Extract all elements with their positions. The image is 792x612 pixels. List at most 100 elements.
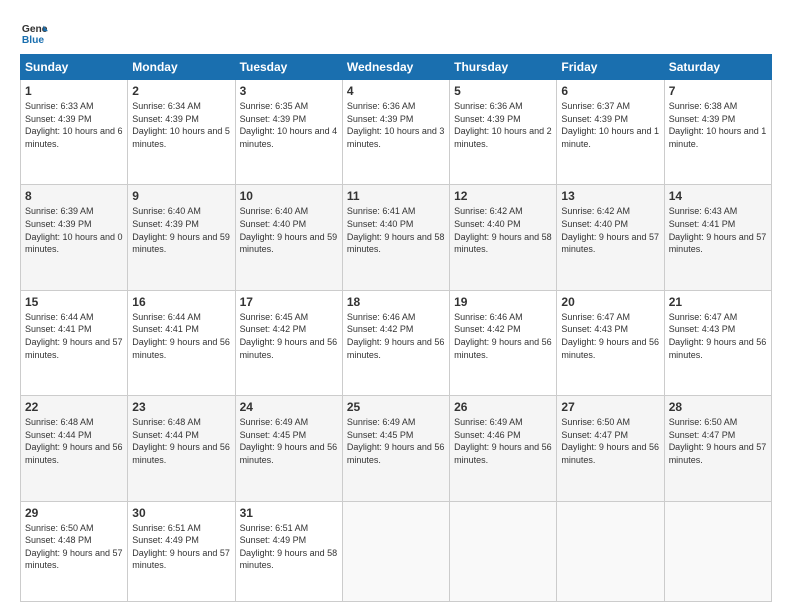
- calendar-header-row: SundayMondayTuesdayWednesdayThursdayFrid…: [21, 55, 772, 80]
- day-number: 13: [561, 189, 659, 203]
- calendar-cell: 24 Sunrise: 6:49 AMSunset: 4:45 PMDaylig…: [235, 396, 342, 501]
- day-header-friday: Friday: [557, 55, 664, 80]
- day-info: Sunrise: 6:36 AMSunset: 4:39 PMDaylight:…: [454, 101, 552, 149]
- calendar-cell: 10 Sunrise: 6:40 AMSunset: 4:40 PMDaylig…: [235, 185, 342, 290]
- calendar-cell: 29 Sunrise: 6:50 AMSunset: 4:48 PMDaylig…: [21, 501, 128, 602]
- header: General Blue: [20, 18, 772, 46]
- day-info: Sunrise: 6:34 AMSunset: 4:39 PMDaylight:…: [132, 101, 230, 149]
- calendar-cell: [557, 501, 664, 602]
- day-number: 21: [669, 295, 767, 309]
- day-info: Sunrise: 6:42 AMSunset: 4:40 PMDaylight:…: [454, 206, 552, 254]
- day-number: 5: [454, 84, 552, 98]
- calendar-cell: 7 Sunrise: 6:38 AMSunset: 4:39 PMDayligh…: [664, 80, 771, 185]
- day-info: Sunrise: 6:49 AMSunset: 4:45 PMDaylight:…: [347, 417, 445, 465]
- calendar-cell: 26 Sunrise: 6:49 AMSunset: 4:46 PMDaylig…: [450, 396, 557, 501]
- calendar-cell: [342, 501, 449, 602]
- day-number: 11: [347, 189, 445, 203]
- calendar-cell: 18 Sunrise: 6:46 AMSunset: 4:42 PMDaylig…: [342, 290, 449, 395]
- day-info: Sunrise: 6:50 AMSunset: 4:47 PMDaylight:…: [669, 417, 767, 465]
- day-number: 12: [454, 189, 552, 203]
- svg-text:Blue: Blue: [22, 35, 45, 46]
- day-number: 19: [454, 295, 552, 309]
- day-number: 26: [454, 400, 552, 414]
- day-info: Sunrise: 6:49 AMSunset: 4:45 PMDaylight:…: [240, 417, 338, 465]
- day-number: 20: [561, 295, 659, 309]
- day-info: Sunrise: 6:36 AMSunset: 4:39 PMDaylight:…: [347, 101, 445, 149]
- day-header-saturday: Saturday: [664, 55, 771, 80]
- day-info: Sunrise: 6:48 AMSunset: 4:44 PMDaylight:…: [25, 417, 123, 465]
- calendar-cell: 14 Sunrise: 6:43 AMSunset: 4:41 PMDaylig…: [664, 185, 771, 290]
- calendar-cell: 8 Sunrise: 6:39 AMSunset: 4:39 PMDayligh…: [21, 185, 128, 290]
- calendar-table: SundayMondayTuesdayWednesdayThursdayFrid…: [20, 54, 772, 602]
- day-number: 17: [240, 295, 338, 309]
- day-header-thursday: Thursday: [450, 55, 557, 80]
- calendar-cell: 16 Sunrise: 6:44 AMSunset: 4:41 PMDaylig…: [128, 290, 235, 395]
- day-number: 2: [132, 84, 230, 98]
- day-header-sunday: Sunday: [21, 55, 128, 80]
- logo-icon: General Blue: [20, 18, 48, 46]
- day-info: Sunrise: 6:38 AMSunset: 4:39 PMDaylight:…: [669, 101, 767, 149]
- day-info: Sunrise: 6:50 AMSunset: 4:48 PMDaylight:…: [25, 523, 123, 571]
- calendar-cell: 13 Sunrise: 6:42 AMSunset: 4:40 PMDaylig…: [557, 185, 664, 290]
- calendar-cell: 30 Sunrise: 6:51 AMSunset: 4:49 PMDaylig…: [128, 501, 235, 602]
- day-info: Sunrise: 6:51 AMSunset: 4:49 PMDaylight:…: [240, 523, 338, 571]
- day-number: 3: [240, 84, 338, 98]
- day-info: Sunrise: 6:50 AMSunset: 4:47 PMDaylight:…: [561, 417, 659, 465]
- calendar-cell: 1 Sunrise: 6:33 AMSunset: 4:39 PMDayligh…: [21, 80, 128, 185]
- day-header-tuesday: Tuesday: [235, 55, 342, 80]
- day-info: Sunrise: 6:39 AMSunset: 4:39 PMDaylight:…: [25, 206, 123, 254]
- day-header-wednesday: Wednesday: [342, 55, 449, 80]
- day-number: 6: [561, 84, 659, 98]
- calendar-cell: 5 Sunrise: 6:36 AMSunset: 4:39 PMDayligh…: [450, 80, 557, 185]
- day-number: 31: [240, 506, 338, 520]
- day-info: Sunrise: 6:44 AMSunset: 4:41 PMDaylight:…: [25, 312, 123, 360]
- calendar-page: General Blue SundayMondayTuesdayWednesda…: [0, 0, 792, 612]
- calendar-cell: 2 Sunrise: 6:34 AMSunset: 4:39 PMDayligh…: [128, 80, 235, 185]
- calendar-cell: 19 Sunrise: 6:46 AMSunset: 4:42 PMDaylig…: [450, 290, 557, 395]
- day-number: 4: [347, 84, 445, 98]
- day-number: 9: [132, 189, 230, 203]
- day-info: Sunrise: 6:46 AMSunset: 4:42 PMDaylight:…: [347, 312, 445, 360]
- day-number: 10: [240, 189, 338, 203]
- calendar-cell: 23 Sunrise: 6:48 AMSunset: 4:44 PMDaylig…: [128, 396, 235, 501]
- day-number: 1: [25, 84, 123, 98]
- day-number: 14: [669, 189, 767, 203]
- calendar-cell: 22 Sunrise: 6:48 AMSunset: 4:44 PMDaylig…: [21, 396, 128, 501]
- calendar-cell: 12 Sunrise: 6:42 AMSunset: 4:40 PMDaylig…: [450, 185, 557, 290]
- day-number: 7: [669, 84, 767, 98]
- day-info: Sunrise: 6:46 AMSunset: 4:42 PMDaylight:…: [454, 312, 552, 360]
- day-info: Sunrise: 6:47 AMSunset: 4:43 PMDaylight:…: [669, 312, 767, 360]
- day-info: Sunrise: 6:37 AMSunset: 4:39 PMDaylight:…: [561, 101, 659, 149]
- day-number: 15: [25, 295, 123, 309]
- day-number: 27: [561, 400, 659, 414]
- day-number: 25: [347, 400, 445, 414]
- day-number: 30: [132, 506, 230, 520]
- calendar-cell: 6 Sunrise: 6:37 AMSunset: 4:39 PMDayligh…: [557, 80, 664, 185]
- calendar-cell: 3 Sunrise: 6:35 AMSunset: 4:39 PMDayligh…: [235, 80, 342, 185]
- calendar-cell: 28 Sunrise: 6:50 AMSunset: 4:47 PMDaylig…: [664, 396, 771, 501]
- day-info: Sunrise: 6:51 AMSunset: 4:49 PMDaylight:…: [132, 523, 230, 571]
- day-info: Sunrise: 6:40 AMSunset: 4:39 PMDaylight:…: [132, 206, 230, 254]
- day-header-monday: Monday: [128, 55, 235, 80]
- calendar-cell: 20 Sunrise: 6:47 AMSunset: 4:43 PMDaylig…: [557, 290, 664, 395]
- day-info: Sunrise: 6:48 AMSunset: 4:44 PMDaylight:…: [132, 417, 230, 465]
- day-number: 28: [669, 400, 767, 414]
- day-info: Sunrise: 6:49 AMSunset: 4:46 PMDaylight:…: [454, 417, 552, 465]
- day-number: 18: [347, 295, 445, 309]
- day-info: Sunrise: 6:40 AMSunset: 4:40 PMDaylight:…: [240, 206, 338, 254]
- day-info: Sunrise: 6:33 AMSunset: 4:39 PMDaylight:…: [25, 101, 123, 149]
- day-number: 16: [132, 295, 230, 309]
- day-info: Sunrise: 6:45 AMSunset: 4:42 PMDaylight:…: [240, 312, 338, 360]
- calendar-cell: 4 Sunrise: 6:36 AMSunset: 4:39 PMDayligh…: [342, 80, 449, 185]
- day-number: 22: [25, 400, 123, 414]
- calendar-cell: 11 Sunrise: 6:41 AMSunset: 4:40 PMDaylig…: [342, 185, 449, 290]
- day-number: 23: [132, 400, 230, 414]
- day-info: Sunrise: 6:43 AMSunset: 4:41 PMDaylight:…: [669, 206, 767, 254]
- day-info: Sunrise: 6:42 AMSunset: 4:40 PMDaylight:…: [561, 206, 659, 254]
- calendar-cell: 17 Sunrise: 6:45 AMSunset: 4:42 PMDaylig…: [235, 290, 342, 395]
- day-number: 29: [25, 506, 123, 520]
- calendar-cell: 15 Sunrise: 6:44 AMSunset: 4:41 PMDaylig…: [21, 290, 128, 395]
- day-info: Sunrise: 6:35 AMSunset: 4:39 PMDaylight:…: [240, 101, 338, 149]
- calendar-cell: 9 Sunrise: 6:40 AMSunset: 4:39 PMDayligh…: [128, 185, 235, 290]
- logo: General Blue: [20, 18, 52, 46]
